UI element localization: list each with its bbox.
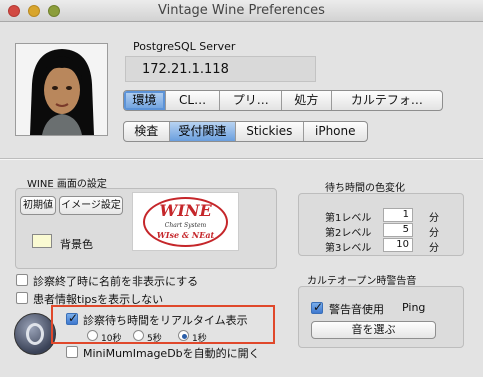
minimum-db-checkbox[interactable] [66,346,78,358]
alert-panel-title: カルテオープン時警告音 [307,276,417,287]
tab-chart-form[interactable]: カルテフォ… [332,91,442,110]
window-title: Vintage Wine Preferences [158,3,325,18]
radio-1sec[interactable] [178,330,189,341]
choose-sound-button[interactable]: 音を選ぶ [311,321,436,339]
tab-row-1: 環境 CL… プリ… 処方 カルテフォ… [123,90,443,111]
logo-wine-text: WINE [159,201,212,220]
level-1-unit: 分 [429,213,439,224]
logo-tagline: WIse & NEat [156,230,215,240]
wine-logo: WINE Chart System WIse & NEat [132,192,239,251]
alert-sound-name: Ping [402,301,426,314]
realtime-label: 診察待ち時間をリアルタイム表示 [83,314,248,327]
radio-10sec[interactable] [87,330,98,341]
wait-time-panel [298,193,464,256]
use-alert-label: 警告音使用 [329,303,384,316]
title-bar: Vintage Wine Preferences [0,0,483,22]
tab-prescription[interactable]: 処方 [282,91,332,110]
radio-10sec-label: 10秒 [101,334,122,344]
default-button[interactable]: 初期値 [20,196,56,215]
level-2-input[interactable]: 5 [383,223,413,237]
level-3-label: 第3レベル [325,243,372,254]
image-settings-button[interactable]: イメージ設定 [59,196,123,215]
tab-exam[interactable]: 検査 [124,122,170,141]
wait-time-panel-title: 待ち時間の色変化 [325,183,405,194]
minimum-db-label: MiniMumImageDbを自動的に開く [83,347,260,360]
tab-reception[interactable]: 受付関連 [169,122,237,141]
use-alert-checkbox[interactable] [311,300,323,314]
radio-5sec[interactable] [133,330,144,341]
tab-iphone[interactable]: iPhone [304,122,367,141]
tab-print[interactable]: プリ… [220,91,282,110]
hide-name-checkbox[interactable] [16,274,28,286]
level-1-label: 第1レベル [325,213,372,224]
logo-subtitle: Chart System [164,222,207,229]
app-icon [14,313,56,355]
level-1-input[interactable]: 1 [383,208,413,222]
hide-tips-checkbox[interactable] [16,292,28,304]
user-avatar[interactable] [15,43,108,136]
level-3-unit: 分 [429,243,439,254]
radio-5sec-label: 5秒 [147,334,162,344]
level-3-input[interactable]: 10 [383,238,413,252]
server-address-field[interactable]: 172.21.1.118 [125,56,316,82]
tab-environment[interactable]: 環境 [124,91,166,110]
background-color-label: 背景色 [60,238,93,251]
tab-row-2: 検査 受付関連 Stickies iPhone [123,121,368,142]
tab-stickies[interactable]: Stickies [236,122,304,141]
level-2-label: 第2レベル [325,228,372,239]
realtime-checkbox[interactable] [66,311,78,325]
background-color-well[interactable] [32,234,52,248]
server-label: PostgreSQL Server [133,40,236,53]
level-2-unit: 分 [429,228,439,239]
hide-name-label: 診察終了時に名前を非表示にする [33,275,199,288]
radio-1sec-label: 1秒 [192,334,207,344]
tab-cl[interactable]: CL… [166,91,221,110]
